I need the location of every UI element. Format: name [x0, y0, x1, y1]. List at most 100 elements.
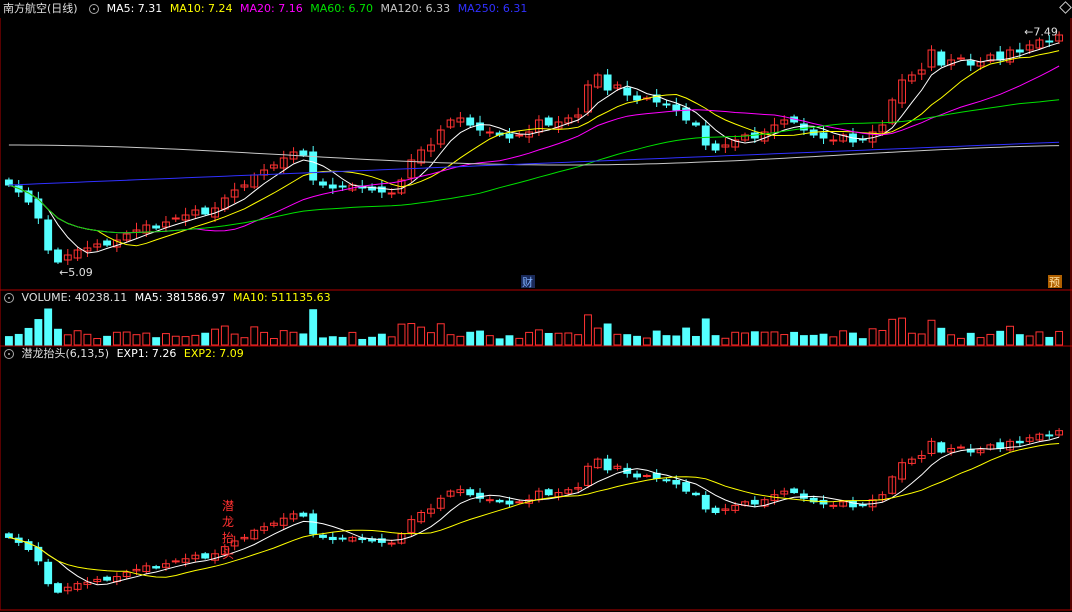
volume-bar [672, 335, 681, 346]
ma120-label: MA120: 6.33 [380, 2, 451, 15]
volume-bar [858, 338, 867, 346]
volume-bar [495, 338, 504, 346]
volume-bar [407, 323, 416, 346]
volume-bar [171, 335, 180, 346]
volume-title: VOLUME: 40238.11 [21, 291, 128, 304]
volume-bar [230, 333, 239, 346]
main-candle [603, 74, 612, 91]
main-candle [44, 219, 53, 251]
volume-bar [358, 338, 367, 346]
badge-cai-text: 财 [522, 275, 533, 289]
main-candle [1045, 40, 1054, 43]
volume-bar [260, 331, 269, 346]
stock-title[interactable]: 南方航空(日线) [3, 2, 78, 15]
volume-bar [515, 337, 524, 346]
volume-bar [83, 333, 92, 346]
volume-bar [1015, 334, 1024, 346]
main-candle [957, 57, 965, 60]
volume-bar [662, 335, 671, 346]
indicator-candle [701, 494, 710, 510]
main-candle [387, 192, 396, 195]
volume-bar [947, 334, 956, 346]
volume-bar [1045, 336, 1054, 346]
indicator-candle [152, 566, 161, 569]
main-candle [4, 179, 13, 186]
volume-bar [397, 323, 406, 346]
indicator-candle [485, 499, 494, 502]
volume-bar [485, 335, 494, 346]
volume-bar [1006, 325, 1014, 346]
volume-bar [544, 332, 553, 346]
indicator-candle [466, 489, 475, 496]
volume-bar [898, 317, 906, 346]
volume-bar [1035, 331, 1044, 346]
indicator-circle-icon[interactable] [4, 349, 14, 359]
volume-bar [387, 336, 396, 346]
volume-bar [682, 327, 691, 346]
volume-bar [191, 334, 200, 346]
signal-text: 潜龙抬头 [222, 499, 235, 561]
main-header: 南方航空(日线) MA5: 7.31 MA10: 7.24 MA20: 7.16… [0, 1, 531, 17]
indicator-candle [338, 537, 347, 540]
volume-bar [4, 336, 13, 346]
volume-ma5-label: MA5: 381586.97 [134, 291, 226, 304]
indicator-candle [201, 553, 210, 559]
volume-bar [279, 330, 288, 346]
volume-bar [603, 323, 612, 346]
volume-circle-icon[interactable] [4, 293, 14, 303]
indicator-candle [515, 501, 524, 504]
volume-bar [466, 331, 475, 346]
main-candle [711, 143, 720, 151]
volume-bar [809, 334, 818, 346]
main-candle [662, 103, 671, 106]
volume-bar [299, 333, 308, 346]
volume-bar [476, 330, 484, 346]
volume-bar [152, 337, 161, 346]
volume-bar [574, 334, 583, 346]
volume-bar [829, 336, 838, 346]
main-candle [338, 185, 347, 188]
volume-bar [417, 326, 426, 346]
volume-bar [711, 335, 720, 346]
indicator-candle [711, 507, 720, 514]
indicator-candle [682, 482, 691, 492]
main-candle [937, 51, 946, 66]
volume-bar [741, 332, 749, 346]
main-candle [152, 225, 161, 229]
volume-bar [181, 336, 190, 346]
main-candle [476, 122, 484, 131]
volume-bar [103, 335, 111, 346]
chart-canvas: ←7.49 ←5.09 财 预 [0, 18, 1072, 611]
settings-circle-icon[interactable] [89, 4, 100, 14]
main-ma120-line [8, 144, 1060, 166]
indicator-candle [633, 473, 641, 478]
main-candle [633, 95, 641, 101]
main-candle [466, 117, 475, 126]
indicator-candle [387, 542, 396, 545]
volume-bar [554, 332, 563, 346]
indicator-candle [54, 583, 62, 593]
indicator-candle [603, 458, 612, 471]
volume-bar [937, 327, 946, 346]
indicator-candle [662, 479, 671, 482]
volume-bar [917, 333, 926, 346]
main-candle [505, 133, 514, 139]
exp1-label: EXP1: 7.26 [116, 347, 177, 360]
volume-bar [112, 331, 121, 346]
volume-bar [721, 337, 730, 346]
volume-bar [770, 331, 779, 346]
volume-bar [505, 335, 514, 346]
main-candle [299, 150, 308, 156]
indicator-candle [4, 533, 13, 538]
main-candle [171, 217, 180, 220]
volume-bar [250, 326, 259, 346]
volume-bar [289, 331, 298, 346]
indicator-candle [692, 492, 700, 496]
volume-bar [888, 318, 897, 346]
main-candle [485, 131, 494, 134]
indicator-candle [642, 475, 651, 477]
main-candle [692, 122, 700, 126]
indicator-candle [495, 499, 504, 503]
volume-bar [63, 334, 72, 346]
indicator-candle [319, 534, 327, 538]
